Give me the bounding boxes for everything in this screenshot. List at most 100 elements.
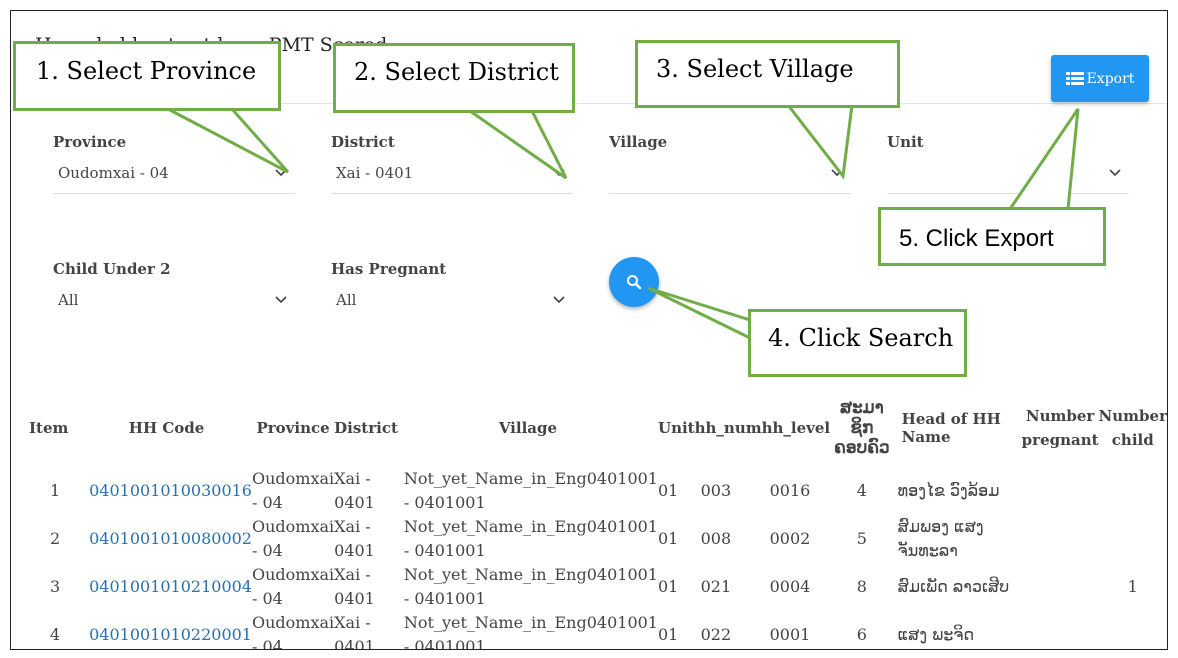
cell-province: Oudomxai - 04: [251, 469, 335, 512]
col-header-pregnant[interactable]: Number pregnant: [1022, 389, 1099, 467]
col-header-hh-level[interactable]: hh_level: [762, 389, 831, 467]
callout-step1-text: 1. Select Province: [36, 57, 257, 85]
callout-step4: 4. Click Search: [748, 309, 967, 377]
cell-item: 2: [49, 529, 61, 548]
callout-step3: 3. Select Village: [635, 40, 900, 108]
unit-field: Unit: [887, 133, 1129, 194]
col-header-district[interactable]: District: [334, 389, 398, 467]
table-row: 1 0401001010030016 Oudomxai - 04 Xai - 0…: [29, 467, 1167, 515]
cell-pregnant: [1022, 467, 1099, 515]
table-header-row: Item HH Code Province District Village U…: [29, 389, 1167, 467]
callout-step5: 5. Click Export: [878, 207, 1106, 266]
unit-label: Unit: [887, 133, 924, 151]
unit-select[interactable]: [887, 163, 1129, 194]
callout-step2-text: 2. Select District: [354, 58, 559, 86]
cell-head-name: ທອງໄຂ ວົງລ້ອມ: [897, 481, 1000, 500]
export-label: Export: [1086, 70, 1135, 87]
cell-district: Xai - 0401: [334, 517, 375, 560]
child-under-label: Child Under 2: [53, 260, 171, 278]
col-header-hh-code[interactable]: HH Code: [81, 389, 252, 467]
hh-code-link[interactable]: 0401001010210004: [81, 563, 252, 611]
col-header-head-name[interactable]: Head of HH Name: [894, 389, 1022, 467]
cell-child: [1099, 515, 1167, 563]
province-value: Oudomxai - 04: [58, 164, 169, 182]
cell-village: Not_yet_Name_in_Eng0401001 - 0401001: [403, 565, 658, 608]
hh-code-link[interactable]: 0401001010030016: [81, 467, 252, 515]
cell-head-name: ແສງ ພະຈິດ: [897, 625, 975, 644]
col-header-hh-num[interactable]: hh_num: [695, 389, 762, 467]
cell-child: [1099, 611, 1167, 649]
cell-pregnant: [1022, 611, 1099, 649]
cell-hh-level: 0002: [769, 529, 811, 548]
village-select[interactable]: [609, 163, 851, 194]
hh-code-link[interactable]: 0401001010080002: [81, 515, 252, 563]
col-header-province[interactable]: Province: [252, 389, 334, 467]
cell-item: 1: [49, 481, 61, 500]
col-header-item[interactable]: Item: [29, 389, 81, 467]
cell-members: 8: [856, 577, 867, 596]
child-under-field: Child Under 2 All: [53, 260, 295, 309]
households-table: Item HH Code Province District Village U…: [29, 389, 1167, 650]
province-select[interactable]: Oudomxai - 04: [53, 163, 295, 194]
cell-pregnant: [1022, 563, 1099, 611]
province-field: Province Oudomxai - 04: [53, 133, 295, 194]
child-under-value: All: [58, 291, 79, 309]
village-field: Village: [609, 133, 851, 194]
table-row: 4 0401001010220001 Oudomxai - 04 Xai - 0…: [29, 611, 1167, 650]
has-pregnant-select[interactable]: All: [331, 290, 573, 320]
cell-village: Not_yet_Name_in_Eng0401001 - 0401001: [403, 469, 658, 512]
has-pregnant-label: Has Pregnant: [331, 260, 447, 278]
cell-child: 1: [1127, 577, 1138, 596]
callout-step2: 2. Select District: [333, 43, 575, 113]
chevron-down-icon: [831, 169, 843, 177]
cell-child: [1099, 467, 1167, 515]
district-select[interactable]: Xai - 0401: [331, 163, 573, 194]
callout-step1: 1. Select Province: [13, 41, 281, 111]
search-button[interactable]: [609, 257, 659, 307]
col-header-village[interactable]: Village: [398, 389, 658, 467]
chevron-down-icon: [1109, 169, 1121, 177]
chevron-down-icon: [553, 296, 565, 304]
chevron-down-icon: [275, 169, 287, 177]
cell-unit: 01: [657, 529, 679, 548]
has-pregnant-value: All: [336, 291, 357, 309]
col-header-members[interactable]: ສະມາ ຊິກ ຄອບຄົວ: [830, 389, 894, 467]
district-field: District Xai - 0401: [331, 133, 573, 194]
list-icon: [1065, 71, 1084, 85]
has-pregnant-field: Has Pregnant All: [331, 260, 573, 309]
cell-members: 6: [856, 625, 867, 644]
cell-province: Oudomxai - 04: [251, 565, 335, 608]
district-label: District: [331, 133, 395, 151]
cell-hh-num: 003: [700, 481, 732, 500]
callout-step3-text: 3. Select Village: [656, 55, 854, 83]
cell-hh-num: 021: [700, 577, 732, 596]
cell-village: Not_yet_Name_in_Eng0401001 - 0401001: [403, 517, 658, 560]
cell-members: 4: [856, 481, 867, 500]
chevron-down-icon: [553, 169, 565, 177]
cell-hh-level: 0001: [769, 625, 811, 644]
cell-district: Xai - 0401: [334, 469, 375, 512]
cell-unit: 01: [657, 625, 679, 644]
cell-hh-level: 0016: [769, 481, 811, 500]
cell-province: Oudomxai - 04: [251, 613, 335, 650]
cell-pregnant: [1022, 515, 1099, 563]
cell-members: 5: [856, 529, 867, 548]
col-header-child[interactable]: Number child: [1099, 389, 1167, 467]
export-button[interactable]: Export: [1051, 55, 1149, 102]
cell-item: 4: [49, 625, 61, 644]
cell-head-name: ສົມພອງ ແສງຈັນທະລາ: [897, 517, 984, 560]
cell-item: 3: [49, 577, 61, 596]
hh-code-link[interactable]: 0401001010220001: [81, 611, 252, 649]
cell-unit: 01: [657, 577, 679, 596]
child-under-select[interactable]: All: [53, 290, 295, 320]
search-icon: [627, 275, 642, 290]
cell-village: Not_yet_Name_in_Eng0401001 - 0401001: [403, 613, 658, 650]
col-header-unit[interactable]: Unit: [658, 389, 695, 467]
cell-unit: 01: [657, 481, 679, 500]
table-row: 3 0401001010210004 Oudomxai - 04 Xai - 0…: [29, 563, 1167, 611]
cell-hh-level: 0004: [769, 577, 811, 596]
village-label: Village: [609, 133, 668, 151]
callout-step4-text: 4. Click Search: [768, 324, 954, 352]
cell-head-name: ສົມເພັດ ລາວເສີບ: [897, 577, 1010, 596]
cell-province: Oudomxai - 04: [251, 517, 335, 560]
